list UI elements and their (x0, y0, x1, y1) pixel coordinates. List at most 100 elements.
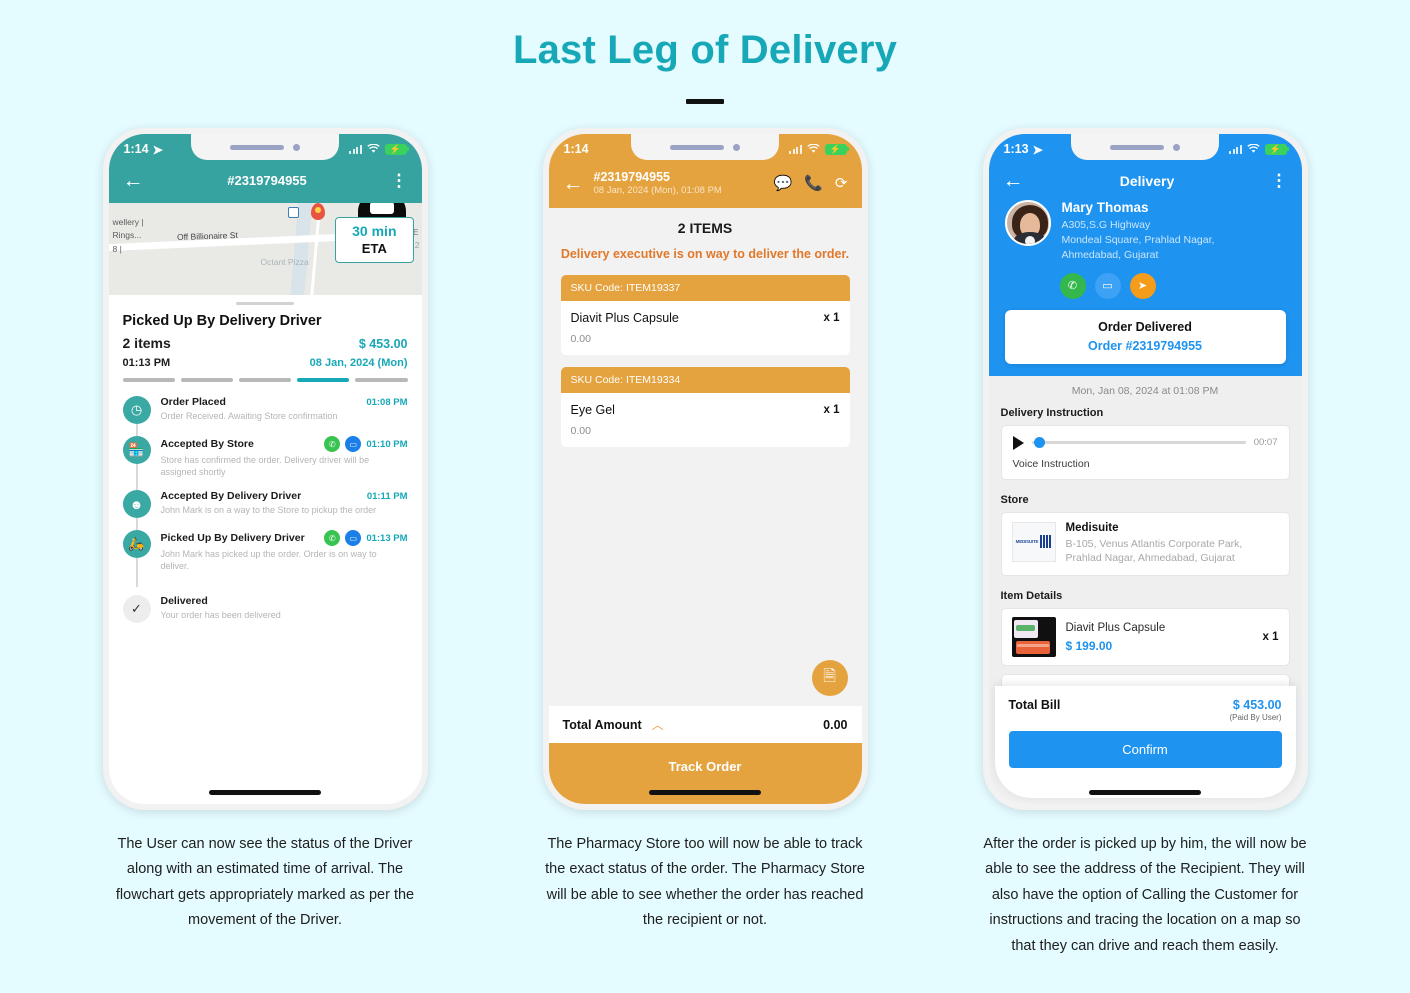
audio-scrubber[interactable] (1031, 437, 1246, 449)
order-id-title: #2319794955 (593, 170, 670, 184)
timeline-title: Picked Up By Delivery Driver (160, 532, 305, 545)
total-bill-row: Total Bill $ 453.00 (Paid By User) (1009, 698, 1282, 722)
avatar (1004, 200, 1051, 246)
navigate-icon[interactable]: ➤ (1129, 272, 1156, 299)
item-name: Eye Gel (570, 402, 615, 417)
section-label-item-details: Item Details (1000, 590, 1063, 603)
timeline-content: Picked Up By Delivery Driver ✆ ▭ 01:13 P… (151, 530, 408, 572)
wifi-icon (1246, 144, 1260, 153)
more-vertical-icon[interactable]: ⋮ (391, 172, 408, 189)
store-card[interactable]: MEDISUITE Medisuite B-105, Venus Atlanti… (1000, 511, 1290, 577)
confirm-button[interactable]: Confirm (1008, 731, 1282, 768)
timeline-content: Accepted By Delivery Driver 01:11 PM Joh… (151, 490, 408, 518)
speaker-grille (670, 144, 724, 150)
item-price: 0.00 (570, 424, 591, 437)
item-text: Diavit Plus Capsule $ 199.00 (1066, 622, 1166, 653)
section-label-store: Store (1000, 493, 1029, 506)
audio-duration: 00:07 (1253, 437, 1278, 449)
timeline-head: Picked Up By Delivery Driver ✆ ▭ 01:13 P… (160, 530, 408, 547)
call-icon[interactable]: ✆ (324, 530, 341, 547)
phone2-app-bar: ← #2319794955 08 Jan, 2024 (Mon), 01:08 … (548, 164, 862, 208)
check-icon: ✓ (122, 594, 151, 623)
column-user-tracking: 1:14 ➤ ⚡ ← #2319794955 ⋮ wellery | Rings… (98, 128, 433, 959)
eta-label: ETA (361, 240, 387, 256)
document-icon[interactable]: 🗎 (811, 660, 848, 696)
timeline-time: 01:10 PM (366, 438, 408, 450)
phone1-notch (191, 134, 339, 160)
back-arrow-icon[interactable]: ← (123, 170, 144, 191)
timeline-head: Order Placed 01:08 PM (161, 396, 408, 408)
phone3-notch (1071, 134, 1219, 160)
delivery-status-note: Delivery executive is on way to deliver … (560, 247, 850, 261)
total-bill-amount: $ 453.00 (1232, 698, 1282, 712)
progress-segment (355, 378, 408, 382)
item-card[interactable]: SKU Code: ITEM19334 Eye Gel x 1 0.00 (560, 366, 850, 447)
status-right: ⚡ (1229, 143, 1289, 155)
page-title: Delivery (1119, 172, 1175, 189)
chat-bubbles-icon[interactable]: 💬 (774, 174, 793, 192)
map-label: wellery | (112, 217, 144, 227)
map-label: Rings... (112, 230, 142, 240)
store-text: Medisuite B-105, Venus Atlantis Corporat… (1066, 522, 1279, 566)
sheet-drag-handle[interactable] (236, 302, 294, 305)
order-status-heading: Picked Up By Delivery Driver (122, 313, 322, 329)
timeline-title: Accepted By Delivery Driver (160, 490, 302, 503)
refresh-icon[interactable]: ⟳ (835, 174, 848, 192)
item-card[interactable]: SKU Code: ITEM19337 Diavit Plus Capsule … (560, 274, 850, 355)
order-time: 01:13 PM (122, 357, 171, 369)
map-street-label: Off Billionaire St (176, 229, 238, 243)
chat-icon[interactable]: ▭ (345, 530, 362, 547)
chat-icon[interactable]: ▭ (1094, 272, 1121, 299)
map-label: 8 | (112, 244, 122, 254)
address-line-3: Ahmedabad, Gujarat (1061, 249, 1159, 262)
progress-segment-active (297, 378, 350, 382)
timeline-subtitle: Order Received. Awaiting Store confirmat… (160, 411, 338, 421)
voice-instruction-label: Voice Instruction (1012, 457, 1090, 470)
timeline-subtitle: Your order has been delivered (160, 609, 281, 620)
map-poi-label: Octant Pizza (260, 257, 309, 267)
delivery-map[interactable]: wellery | Rings... 8 | Off Billionaire S… (108, 203, 422, 295)
more-vertical-icon[interactable]: ⋮ (1271, 172, 1288, 189)
scrubber-knob[interactable] (1033, 437, 1045, 449)
chat-icon[interactable]: ▭ (345, 436, 362, 452)
back-arrow-icon[interactable]: ← (563, 173, 584, 194)
phone1-app-bar: ← #2319794955 ⋮ (108, 164, 422, 203)
item-quantity: x 1 (823, 403, 840, 416)
order-id-link[interactable]: Order #2319794955 (1005, 339, 1286, 353)
order-delivered-card: Order Delivered Order #2319794955 (1004, 309, 1286, 364)
product-box (1013, 620, 1038, 639)
total-bill-amount-wrap: $ 453.00 (Paid By User) (1229, 698, 1281, 722)
item-name: Diavit Plus Capsule (570, 310, 679, 325)
home-indicator (209, 790, 321, 795)
location-arrow-icon: ➤ (1032, 142, 1044, 157)
store-logo-bars (1040, 535, 1052, 549)
timeline-content: Order Placed 01:08 PM Order Received. Aw… (151, 396, 408, 424)
phone-mockup-1: 1:14 ➤ ⚡ ← #2319794955 ⋮ wellery | Rings… (102, 128, 428, 810)
timeline-item: 🏪 Accepted By Store ✆ ▭ 01:10 PM Store h… (122, 436, 408, 493)
signal-icon (1229, 144, 1242, 154)
page-header: Last Leg of Delivery (0, 0, 1410, 104)
voice-instruction-card[interactable]: 00:07 Voice Instruction (1000, 424, 1290, 480)
total-amount-bar[interactable]: Total Amount ︿ 0.00 (548, 706, 862, 743)
timeline-item: ◷ Order Placed 01:08 PM Order Received. … (122, 396, 408, 438)
status-time: 1:13 (1003, 142, 1029, 156)
call-icon[interactable]: ✆ (1059, 272, 1086, 299)
phone3-app-bar-row: ← Delivery ⋮ (1003, 170, 1288, 191)
call-icon[interactable]: ✆ (324, 436, 341, 452)
back-arrow-icon[interactable]: ← (1003, 170, 1024, 191)
status-time: 1:14 (563, 142, 589, 156)
charging-bolt-icon: ⚡ (1269, 143, 1282, 154)
phone-ring-icon[interactable]: 📞 (804, 174, 823, 192)
status-left: 1:13 ➤ (1004, 142, 1044, 157)
phone2-app-bar-row: ← #2319794955 08 Jan, 2024 (Mon), 01:08 … (563, 170, 848, 196)
chevron-up-icon[interactable]: ︿ (652, 716, 664, 733)
items-count-label: 2 ITEMS (677, 220, 733, 236)
voice-player-row: 00:07 (1012, 435, 1278, 450)
order-date: 08 Jan, 2024 (Mon) (309, 357, 408, 369)
phone3-app-bar: ← Delivery ⋮ Mary Thomas A305,S.G Highwa… (988, 164, 1302, 376)
play-icon[interactable] (1012, 435, 1024, 450)
speaker-grille (1110, 144, 1164, 150)
paid-by-label: (Paid By User) (1229, 713, 1282, 722)
timeline-head: Accepted By Store ✆ ▭ 01:10 PM (161, 436, 408, 452)
item-card[interactable]: Diavit Plus Capsule $ 199.00 x 1 (1000, 608, 1290, 667)
